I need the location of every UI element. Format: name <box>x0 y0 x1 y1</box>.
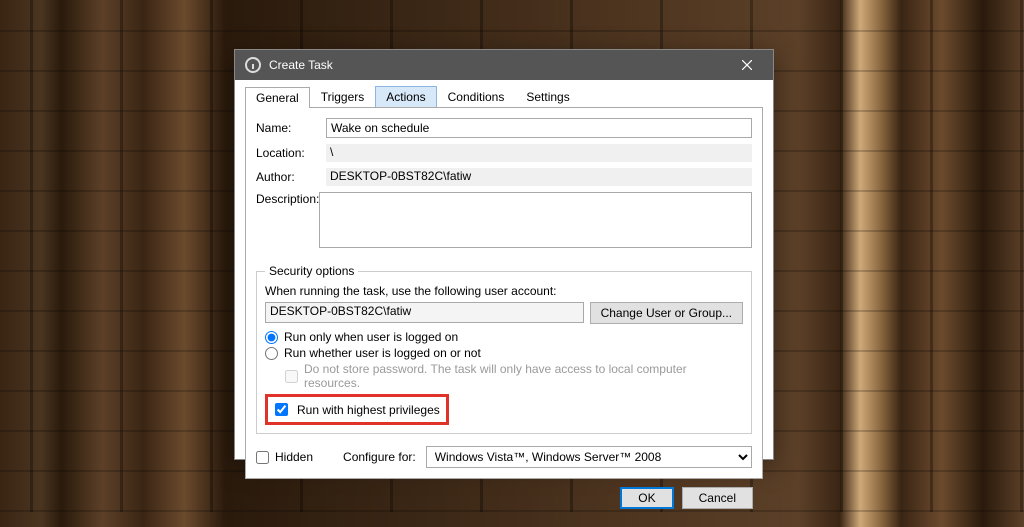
do-not-store-label: Do not store password. The task will onl… <box>304 362 743 390</box>
do-not-store-option: Do not store password. The task will onl… <box>285 362 743 390</box>
configure-for-select[interactable]: Windows Vista™, Windows Server™ 2008 <box>426 446 752 468</box>
change-user-button[interactable]: Change User or Group... <box>590 302 743 324</box>
hidden-option[interactable]: Hidden <box>256 450 313 464</box>
name-input[interactable] <box>326 118 752 138</box>
location-label: Location: <box>256 146 326 160</box>
security-options-group: Security options When running the task, … <box>256 264 752 434</box>
security-account-label: When running the task, use the following… <box>265 284 743 298</box>
general-panel: Name: Location: \ Author: DESKTOP-0BST82… <box>245 108 763 479</box>
dialog-buttons: OK Cancel <box>245 479 763 519</box>
security-options-legend: Security options <box>265 264 358 278</box>
hidden-checkbox[interactable] <box>256 451 269 464</box>
titlebar[interactable]: Create Task <box>235 50 773 80</box>
hidden-label: Hidden <box>275 450 313 464</box>
cancel-button[interactable]: Cancel <box>682 487 753 509</box>
account-value: DESKTOP-0BST82C\fatiw <box>265 302 584 323</box>
run-logged-off-label: Run whether user is logged on or not <box>284 346 481 360</box>
tab-settings[interactable]: Settings <box>515 86 580 107</box>
close-button[interactable] <box>727 50 767 80</box>
run-logged-on-label: Run only when user is logged on <box>284 330 458 344</box>
highest-privileges-checkbox[interactable] <box>275 403 288 416</box>
window-title: Create Task <box>269 58 727 72</box>
do-not-store-checkbox <box>285 370 298 383</box>
tab-general[interactable]: General <box>245 87 310 108</box>
run-logged-on-option[interactable]: Run only when user is logged on <box>265 330 743 344</box>
tab-strip: General Triggers Actions Conditions Sett… <box>245 86 763 108</box>
highest-privileges-highlight: Run with highest privileges <box>265 394 449 425</box>
run-logged-off-option[interactable]: Run whether user is logged on or not <box>265 346 743 360</box>
create-task-dialog: Create Task General Triggers Actions Con… <box>234 49 774 460</box>
tab-triggers[interactable]: Triggers <box>310 86 376 107</box>
run-logged-off-radio[interactable] <box>265 347 278 360</box>
app-icon <box>245 57 261 73</box>
author-label: Author: <box>256 170 326 184</box>
run-logged-on-radio[interactable] <box>265 331 278 344</box>
configure-for-label: Configure for: <box>343 450 416 464</box>
close-icon <box>742 60 752 70</box>
author-value: DESKTOP-0BST82C\fatiw <box>326 168 752 186</box>
tab-conditions[interactable]: Conditions <box>437 86 516 107</box>
dialog-body: General Triggers Actions Conditions Sett… <box>235 80 773 527</box>
description-label: Description: <box>256 192 319 206</box>
name-label: Name: <box>256 121 326 135</box>
description-input[interactable] <box>319 192 752 248</box>
ok-button[interactable]: OK <box>620 487 673 509</box>
location-value: \ <box>326 144 752 162</box>
tab-actions[interactable]: Actions <box>375 86 436 107</box>
highest-privileges-label: Run with highest privileges <box>297 403 440 417</box>
